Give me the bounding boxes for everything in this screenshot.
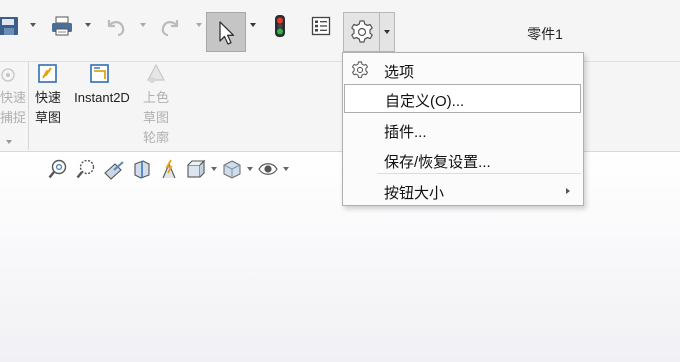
select-button[interactable] <box>206 12 246 52</box>
zoom-to-area-icon <box>76 159 95 179</box>
display-style-button[interactable] <box>220 158 244 180</box>
print-dropdown-arrow[interactable] <box>85 23 91 27</box>
hide-show-items-button[interactable] <box>256 158 280 180</box>
menu-item-customize-label: 自定义(O)... <box>385 93 465 110</box>
options-dropdown-arrow[interactable] <box>384 30 390 34</box>
select-cursor-icon <box>219 21 235 45</box>
document-title: 零件1 <box>527 26 563 42</box>
quick-snaps-icon <box>1 68 15 82</box>
menu-item-save-restore-label: 保存/恢复设置... <box>384 154 491 171</box>
heads-up-view-toolbar <box>44 158 292 180</box>
rebuild-button[interactable] <box>268 14 292 38</box>
hide-show-items-dropdown-arrow[interactable] <box>280 158 292 180</box>
save-button[interactable] <box>0 14 22 38</box>
group-separator <box>28 62 29 150</box>
menu-item-save-restore-settings[interactable]: 保存/恢复设置... <box>343 145 583 174</box>
menu-item-addins[interactable]: 插件... <box>343 115 583 144</box>
shaded-sketch-label-2: 草图 <box>142 110 169 125</box>
print-button[interactable] <box>48 14 76 38</box>
menu-item-customize[interactable]: 自定义(O)... <box>344 84 581 113</box>
view-orientation-icon <box>187 159 206 178</box>
menu-item-button-size-label: 按钮大小 <box>384 185 445 202</box>
redo-icon <box>161 20 179 37</box>
file-properties-icon <box>311 16 331 36</box>
instant2d-icon <box>90 64 109 83</box>
previous-view-icon <box>104 161 124 180</box>
shaded-sketch-contours-icon <box>147 63 165 83</box>
previous-view-button[interactable] <box>100 158 128 180</box>
hide-show-items-icon <box>258 163 278 175</box>
redo-button[interactable] <box>156 14 186 38</box>
display-style-icon <box>223 160 241 179</box>
options-button[interactable] <box>343 12 395 52</box>
view-orientation-dropdown-arrow[interactable] <box>208 158 220 180</box>
dynamic-annotation-view-button[interactable] <box>156 158 184 180</box>
options-gear-icon <box>351 20 373 43</box>
zoom-to-fit-button[interactable] <box>44 158 72 180</box>
select-dropdown-arrow[interactable] <box>250 23 256 27</box>
instant2d-label: Instant2D <box>74 90 130 105</box>
zoom-to-area-button[interactable] <box>72 158 100 180</box>
shaded-sketch-label-1: 上色 <box>142 90 169 105</box>
print-icon <box>52 16 72 36</box>
quick-sketch-label-2: 草图 <box>34 110 61 125</box>
menu-item-options[interactable]: 选项 <box>343 55 583 84</box>
undo-button[interactable] <box>100 14 130 38</box>
quick-snaps-button[interactable]: 快速 捕捉 <box>0 62 28 150</box>
quick-snaps-dropdown-arrow[interactable] <box>6 140 12 144</box>
save-icon <box>0 17 18 35</box>
shaded-sketch-contours-button[interactable]: 上色 草图 轮廓 <box>136 62 176 150</box>
quick-snaps-label-2: 捕捉 <box>0 110 27 125</box>
menu-separator <box>377 173 581 174</box>
options-gear-icon <box>352 61 368 78</box>
view-orientation-button[interactable] <box>184 158 208 180</box>
options-button-divider <box>379 13 380 51</box>
redo-dropdown-arrow[interactable] <box>196 23 202 27</box>
menu-item-addins-label: 插件... <box>384 124 427 141</box>
undo-dropdown-arrow[interactable] <box>140 23 146 27</box>
section-view-button[interactable] <box>128 158 156 180</box>
zoom-to-fit-icon <box>48 159 67 179</box>
save-dropdown-arrow[interactable] <box>30 23 36 27</box>
quick-snaps-label-1: 快速 <box>0 90 27 105</box>
file-properties-button[interactable] <box>308 14 334 38</box>
dynamic-annotation-view-icon <box>162 159 176 179</box>
shaded-sketch-label-3: 轮廓 <box>142 130 169 145</box>
rebuild-icon <box>275 15 285 37</box>
quick-sketch-label-1: 快速 <box>34 90 61 105</box>
options-dropdown-menu: 选项 自定义(O)... 插件... 保存/恢复设置... 按钮大小 <box>342 52 584 206</box>
instant2d-button[interactable]: Instant2D <box>68 62 136 150</box>
quick-sketch-icon <box>38 64 57 83</box>
menu-item-options-label: 选项 <box>384 64 415 81</box>
menu-item-button-size[interactable]: 按钮大小 <box>343 176 583 205</box>
section-view-icon <box>134 160 150 179</box>
display-style-dropdown-arrow[interactable] <box>244 158 256 180</box>
quick-sketch-button[interactable]: 快速 草图 <box>30 62 66 150</box>
submenu-arrow-icon <box>566 188 570 194</box>
undo-icon <box>107 20 125 37</box>
